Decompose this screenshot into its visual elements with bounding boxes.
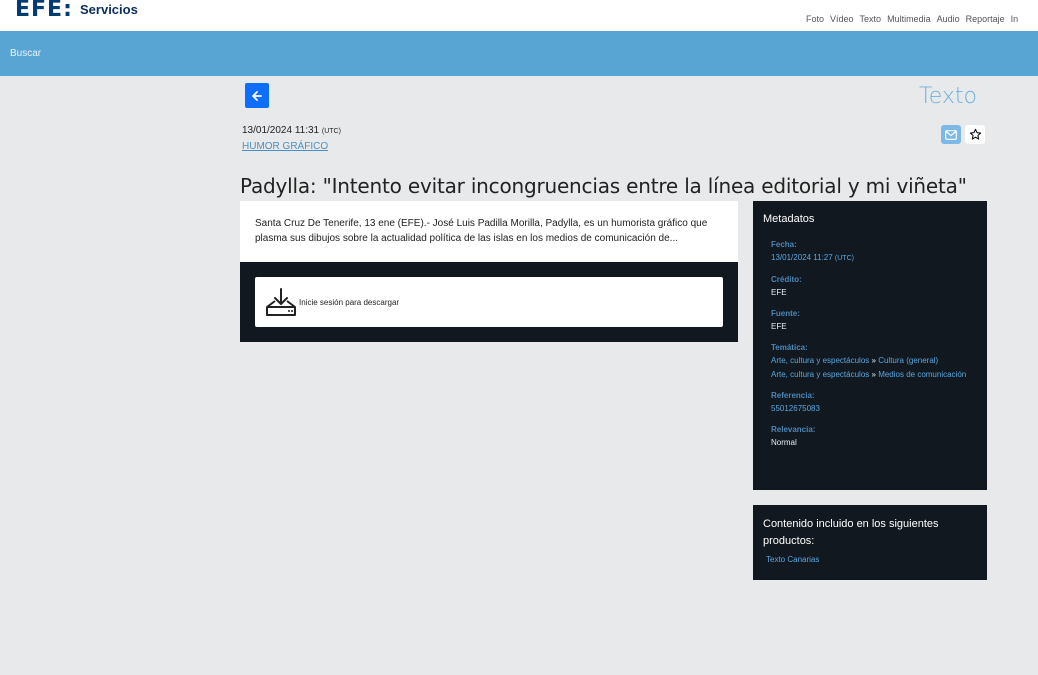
meta-key: Fecha: [771, 240, 797, 249]
nav-item-audio[interactable]: Audio [937, 14, 960, 24]
meta-key: Fuente: [771, 309, 800, 318]
tematica-separator: » [869, 356, 879, 365]
meta-value: Arte, cultura y espectáculos » Cultura (… [771, 354, 971, 368]
products-panel: Contenido incluido en los siguientes pro… [753, 505, 987, 580]
meta-key: Relevancia: [771, 425, 816, 434]
top-header: EFE: Servicios Foto Vídeo Texto Multimed… [0, 0, 1038, 31]
download-section: Inicie sesión para descargar [240, 262, 738, 342]
nav-item-in[interactable]: In [1011, 14, 1019, 24]
meta-value: EFE [771, 288, 787, 297]
nav-item-multimedia[interactable]: Multimedia [887, 14, 931, 24]
metadata-title: Metadatos [763, 213, 815, 225]
back-button[interactable] [245, 83, 269, 108]
tematica-link[interactable]: Medios de comunicación [878, 370, 966, 379]
meta-fecha-tz: (UTC) [834, 255, 854, 262]
meta-key: Temática: [771, 343, 808, 352]
email-button[interactable] [941, 125, 961, 144]
logo-subtitle[interactable]: Servicios [80, 2, 138, 17]
meta-value: EFE [771, 322, 787, 331]
products-title: Contenido incluido en los siguientes pro… [763, 518, 939, 547]
search-band: Buscar [0, 31, 1038, 76]
tematica-link[interactable]: Cultura (general) [878, 356, 938, 365]
article-headline: Padylla: "Intento evitar incongruencias … [240, 174, 967, 199]
nav-item-foto[interactable]: Foto [806, 14, 824, 24]
meta-value: 13/01/2024 11:27 (UTC) [771, 251, 971, 266]
meta-fecha-value: 13/01/2024 11:27 [771, 253, 833, 262]
meta-key: Crédito: [771, 275, 802, 284]
star-icon [969, 128, 981, 140]
search-link[interactable]: Buscar [10, 48, 41, 59]
tematica-link[interactable]: Arte, cultura y espectáculos [771, 356, 869, 365]
meta-credito: Crédito: EFE [771, 274, 971, 300]
meta-relevancia: Relevancia: Normal [771, 424, 971, 450]
tematica-separator: » [869, 370, 879, 379]
nav-item-reportaje[interactable]: Reportaje [966, 14, 1005, 24]
metadata-panel: Metadatos Fecha: 13/01/2024 11:27 (UTC) … [753, 201, 987, 490]
meta-tematica: Temática: Arte, cultura y espectáculos »… [771, 342, 971, 382]
download-button[interactable]: Inicie sesión para descargar [255, 277, 723, 327]
meta-fecha: Fecha: 13/01/2024 11:27 (UTC) [771, 239, 971, 266]
metadata-list: Fecha: 13/01/2024 11:27 (UTC) Crédito: E… [771, 239, 971, 458]
download-tray-icon [266, 288, 296, 316]
meta-key: Referencia: [771, 391, 815, 400]
top-nav: Foto Vídeo Texto Multimedia Audio Report… [806, 14, 1024, 24]
favorite-button[interactable] [965, 125, 985, 144]
download-label: Inicie sesión para descargar [299, 297, 400, 307]
meta-fuente: Fuente: EFE [771, 308, 971, 334]
meta-value: Normal [771, 438, 797, 447]
nav-item-texto[interactable]: Texto [860, 14, 882, 24]
nav-item-video[interactable]: Vídeo [830, 14, 854, 24]
article-summary: Santa Cruz De Tenerife, 13 ene (EFE).- J… [255, 218, 708, 244]
summary-card: Santa Cruz De Tenerife, 13 ene (EFE).- J… [240, 201, 738, 262]
category-link[interactable]: HUMOR GRÁFICO [242, 141, 328, 152]
article-date-tz: (UTC) [321, 128, 341, 135]
product-link[interactable]: Texto Canarias [766, 555, 819, 564]
meta-referencia: Referencia: 55012675083 [771, 390, 971, 416]
content-type-label: Texto [919, 84, 977, 109]
mail-icon [945, 129, 957, 140]
efe-logo[interactable]: EFE: [15, 0, 73, 22]
tematica-link[interactable]: Arte, cultura y espectáculos [771, 370, 869, 379]
article-date-value: 13/01/2024 11:31 [242, 125, 320, 136]
arrow-left-icon [252, 90, 262, 101]
meta-value: 55012675083 [771, 404, 820, 413]
meta-value: Arte, cultura y espectáculos » Medios de… [771, 368, 971, 382]
article-date: 13/01/2024 11:31 (UTC) [242, 125, 341, 136]
